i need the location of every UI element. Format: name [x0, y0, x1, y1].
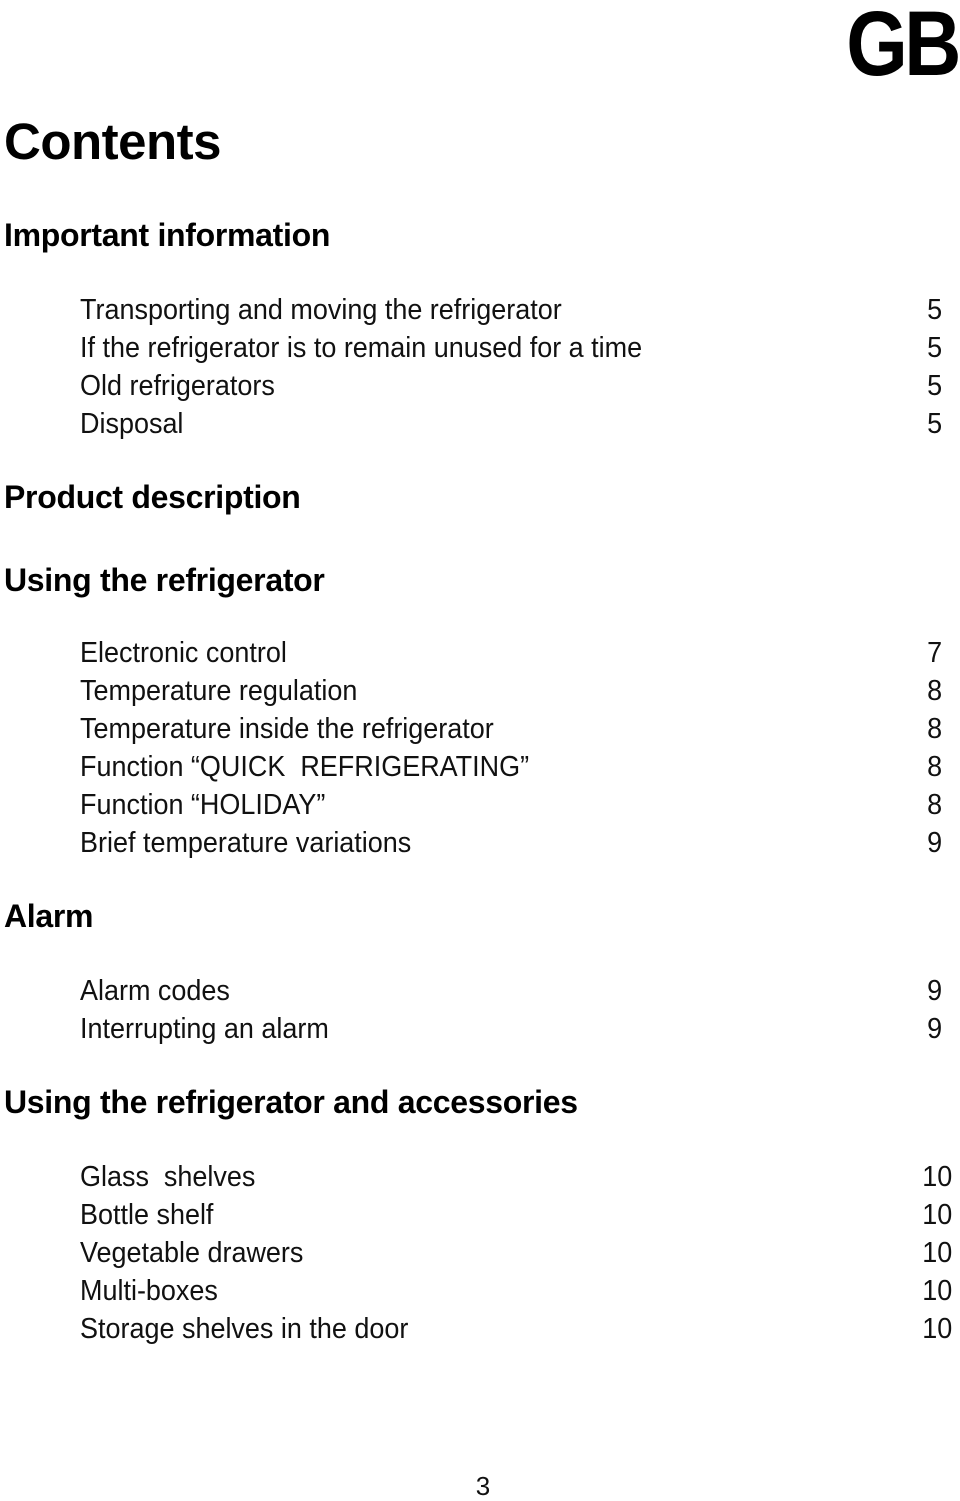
toc-entry-page: 5 [926, 332, 942, 364]
toc-entry[interactable]: Disposal 5 [80, 405, 942, 443]
toc-list-alarm: Alarm codes 9 Interrupting an alarm 9 [80, 972, 942, 1048]
toc-entry-label: Function “QUICK REFRIGERATING” [80, 751, 530, 783]
toc-entry[interactable]: Transporting and moving the refrigerator… [80, 291, 942, 329]
toc-entry-label: Glass shelves [80, 1161, 256, 1193]
toc-entry[interactable]: Function “QUICK REFRIGERATING” 8 [80, 748, 942, 786]
toc-entry-label: Bottle shelf [80, 1199, 214, 1231]
toc-entry-page: 9 [926, 1013, 942, 1045]
toc-entry-label: Old refrigerators [80, 370, 275, 402]
toc-list-important-information: Transporting and moving the refrigerator… [80, 291, 942, 443]
section-heading-alarm: Alarm [4, 898, 94, 934]
section-heading-using-the-refrigerator: Using the refrigerator [4, 562, 325, 598]
toc-entry-page: 10 [921, 1199, 952, 1231]
toc-entry-label: Vegetable drawers [80, 1237, 304, 1269]
toc-entry-label: Interrupting an alarm [80, 1013, 329, 1045]
toc-entry-label: Brief temperature variations [80, 827, 412, 859]
toc-entry[interactable]: Storage shelves in the door 10 [80, 1310, 952, 1348]
toc-entry[interactable]: Electronic control 7 [80, 634, 942, 672]
toc-entry-page: 5 [926, 408, 942, 440]
toc-entry[interactable]: Bottle shelf 10 [80, 1196, 952, 1234]
toc-entry-page: 10 [921, 1237, 952, 1269]
page-title: Contents [4, 113, 221, 170]
toc-entry[interactable]: Brief temperature variations 9 [80, 824, 942, 862]
toc-entry-page: 5 [926, 370, 942, 402]
toc-entry-label: Temperature regulation [80, 675, 358, 707]
page-number: 3 [475, 1471, 491, 1501]
toc-entry[interactable]: Vegetable drawers 10 [80, 1234, 952, 1272]
toc-entry-label: Disposal [80, 408, 184, 440]
toc-entry-page: 8 [926, 751, 942, 783]
toc-entry-page: 8 [926, 675, 942, 707]
toc-entry-label: Electronic control [80, 637, 287, 669]
toc-entry-label: Temperature inside the refrigerator [80, 713, 494, 745]
toc-entry-page: 10 [921, 1313, 952, 1345]
toc-entry[interactable]: Alarm codes 9 [80, 972, 942, 1010]
toc-entry[interactable]: Temperature regulation 8 [80, 672, 942, 710]
section-heading-product-description: Product description [4, 479, 301, 515]
toc-entry-label: Alarm codes [80, 975, 230, 1007]
toc-entry[interactable]: Temperature inside the refrigerator 8 [80, 710, 942, 748]
section-heading-using-the-refrigerator-and-accessories: Using the refrigerator and accessories [4, 1084, 578, 1120]
toc-entry-page: 9 [926, 827, 942, 859]
toc-entry[interactable]: Function “HOLIDAY” 8 [80, 786, 942, 824]
toc-entry[interactable]: Multi-boxes 10 [80, 1272, 952, 1310]
toc-entry-page: 10 [921, 1161, 952, 1193]
country-code: GB [846, 0, 960, 95]
toc-entry-label: Storage shelves in the door [80, 1313, 409, 1345]
toc-entry[interactable]: Old refrigerators 5 [80, 367, 942, 405]
toc-entry-page: 5 [926, 294, 942, 326]
toc-entry-label: Function “HOLIDAY” [80, 789, 326, 821]
toc-entry-page: 7 [926, 637, 942, 669]
toc-entry-page: 8 [926, 789, 942, 821]
toc-entry[interactable]: If the refrigerator is to remain unused … [80, 329, 942, 367]
toc-entry-page: 9 [926, 975, 942, 1007]
toc-list-using-the-refrigerator: Electronic control 7 Temperature regulat… [80, 634, 942, 862]
toc-entry-label: If the refrigerator is to remain unused … [80, 332, 643, 364]
toc-entry[interactable]: Glass shelves 10 [80, 1158, 952, 1196]
toc-list-accessories: Glass shelves 10 Bottle shelf 10 Vegetab… [80, 1158, 952, 1348]
toc-entry-label: Multi-boxes [80, 1275, 218, 1307]
section-heading-important-information: Important information [4, 217, 331, 253]
toc-entry-page: 8 [926, 713, 942, 745]
toc-entry-label: Transporting and moving the refrigerator [80, 294, 562, 326]
toc-entry[interactable]: Interrupting an alarm 9 [80, 1010, 942, 1048]
toc-entry-page: 10 [921, 1275, 952, 1307]
